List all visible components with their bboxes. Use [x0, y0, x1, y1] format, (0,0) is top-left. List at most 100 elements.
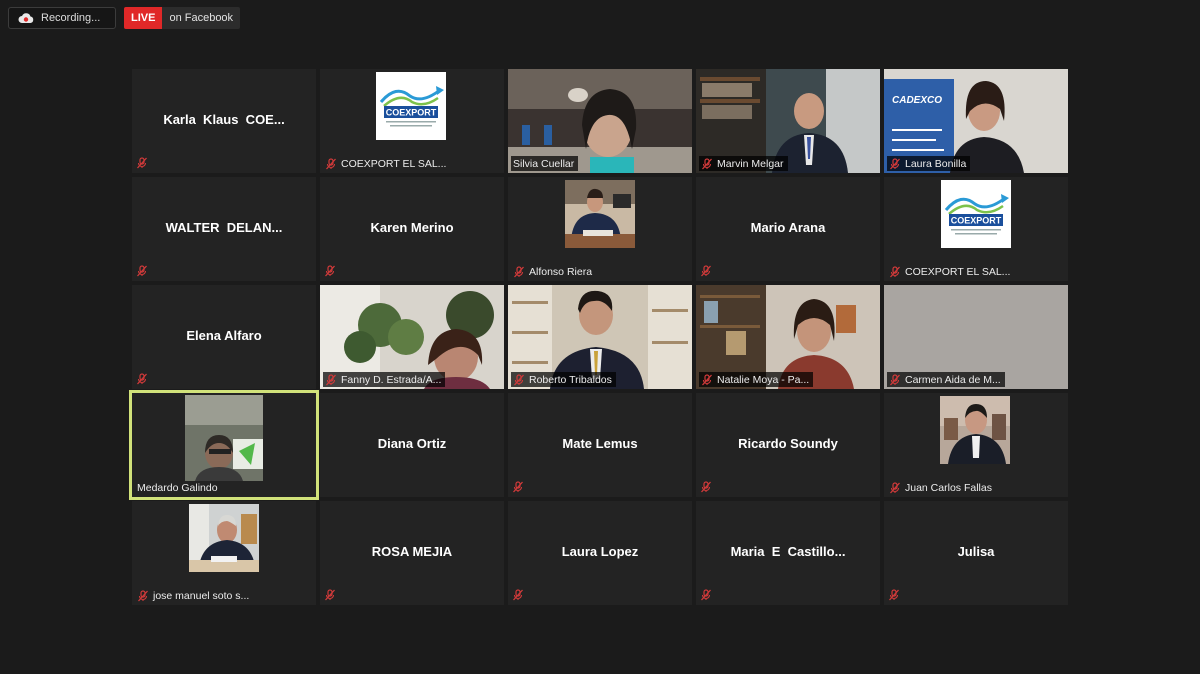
participant-nameplate: COEXPORT EL SAL...: [887, 264, 1014, 279]
participant-tile[interactable]: CADEXCO Laura Bonilla: [884, 69, 1068, 173]
participant-nameplate: Marvin Melgar: [699, 156, 788, 171]
participant-video: [565, 180, 635, 248]
participant-tile[interactable]: Elena Alfaro: [132, 285, 316, 389]
participant-nameplate: Silvia Cuellar: [511, 156, 579, 171]
participant-tile[interactable]: Karla Klaus COE...: [132, 69, 316, 173]
participant-name: Laura Bonilla: [905, 157, 967, 170]
participant-name: Fanny D. Estrada/A...: [341, 373, 442, 386]
logo-text: COEXPORT: [386, 108, 437, 118]
participant-name: COEXPORT EL SAL...: [341, 157, 447, 170]
muted-mic-icon: [701, 265, 711, 277]
participant-name: Mario Arana: [750, 220, 826, 235]
participant-name: Karen Merino: [370, 220, 454, 235]
muted-mic-icon: [138, 589, 148, 601]
muted-mic-icon: [701, 589, 711, 601]
participant-name: Silvia Cuellar: [513, 157, 575, 170]
muted-mic-icon: [701, 481, 711, 493]
participant-tile[interactable]: Alfonso Riera: [508, 177, 692, 281]
participant-video: [189, 504, 259, 572]
cadexco-banner-text: CADEXCO: [892, 95, 942, 106]
participant-tile[interactable]: ROSA MEJIA: [320, 501, 504, 605]
gallery-view: Karla Klaus COE... COEXPORT COEXPORT EL …: [129, 69, 1068, 605]
participant-tile[interactable]: Juan Carlos Fallas: [884, 393, 1068, 497]
participant-tile[interactable]: Ricardo Soundy: [696, 393, 880, 497]
participant-tile[interactable]: Roberto Tribaldos: [508, 285, 692, 389]
participant-name: Marvin Melgar: [717, 157, 784, 170]
participant-name: Juan Carlos Fallas: [905, 481, 992, 494]
participant-name: Elena Alfaro: [186, 328, 262, 343]
participant-tile[interactable]: Mate Lemus: [508, 393, 692, 497]
participant-nameplate: Carmen Aida de M...: [887, 372, 1005, 387]
participant-tile[interactable]: Maria E Castillo...: [696, 501, 880, 605]
participant-tile[interactable]: Carmen Aida de M...: [884, 285, 1068, 389]
participant-name: Maria E Castillo...: [730, 544, 846, 559]
participant-nameplate: Roberto Tribaldos: [511, 372, 616, 387]
participant-tile[interactable]: Diana Ortiz: [320, 393, 504, 497]
muted-mic-icon: [137, 373, 147, 385]
muted-mic-icon: [137, 265, 147, 277]
participant-name: ROSA MEJIA: [371, 544, 453, 559]
muted-mic-icon: [890, 265, 900, 277]
participant-tile[interactable]: Marvin Melgar: [696, 69, 880, 173]
muted-mic-icon: [514, 265, 524, 277]
participant-nameplate: Fanny D. Estrada/A...: [323, 372, 446, 387]
participant-name: Ricardo Soundy: [738, 436, 838, 451]
participant-nameplate: Medardo Galindo: [135, 480, 222, 495]
participant-name: Laura Lopez: [561, 544, 639, 559]
muted-mic-icon: [514, 373, 524, 385]
participant-name: Julisa: [957, 544, 995, 559]
coexport-logo: COEXPORT: [941, 180, 1011, 248]
live-stream-indicator[interactable]: LIVE on Facebook: [124, 7, 241, 29]
muted-mic-icon: [890, 373, 900, 385]
live-destination: on Facebook: [162, 7, 241, 29]
participant-name: Mate Lemus: [562, 436, 638, 451]
muted-mic-icon: [702, 157, 712, 169]
participant-tile[interactable]: Mario Arana: [696, 177, 880, 281]
participant-tile[interactable]: jose manuel soto s...: [132, 501, 316, 605]
participant-name: Alfonso Riera: [529, 265, 593, 278]
muted-mic-icon: [325, 265, 335, 277]
participant-name: Diana Ortiz: [377, 436, 447, 451]
participant-name: Roberto Tribaldos: [529, 373, 612, 386]
participant-tile[interactable]: Natalie Moya - Pa...: [696, 285, 880, 389]
participant-nameplate: Juan Carlos Fallas: [887, 480, 996, 495]
participant-name: Carmen Aida de M...: [905, 373, 1001, 386]
muted-mic-icon: [702, 373, 712, 385]
participant-name: Medardo Galindo: [137, 481, 218, 494]
participant-tile[interactable]: COEXPORT COEXPORT EL SAL...: [884, 177, 1068, 281]
coexport-logo: COEXPORT: [376, 72, 446, 140]
muted-mic-icon: [890, 157, 900, 169]
participant-tile[interactable]: Fanny D. Estrada/A...: [320, 285, 504, 389]
participant-video: [185, 395, 263, 481]
participant-nameplate: Natalie Moya - Pa...: [699, 372, 814, 387]
participant-tile[interactable]: Laura Lopez: [508, 501, 692, 605]
muted-mic-icon: [326, 157, 336, 169]
muted-mic-icon: [889, 589, 899, 601]
participant-name: Karla Klaus COE...: [163, 112, 285, 127]
muted-mic-icon: [325, 589, 335, 601]
participant-tile[interactable]: COEXPORT COEXPORT EL SAL...: [320, 69, 504, 173]
muted-mic-icon: [890, 481, 900, 493]
participant-tile-active-speaker[interactable]: Medardo Galindo: [129, 390, 319, 500]
recording-indicator[interactable]: Recording...: [8, 7, 116, 29]
live-badge: LIVE: [124, 7, 163, 29]
participant-nameplate: Laura Bonilla: [887, 156, 971, 171]
muted-mic-icon: [326, 373, 336, 385]
participant-tile[interactable]: Silvia Cuellar: [508, 69, 692, 173]
recording-label: Recording...: [41, 12, 101, 24]
participant-name: WALTER DELAN...: [165, 220, 283, 235]
participant-nameplate: Alfonso Riera: [511, 264, 596, 279]
muted-mic-icon: [513, 589, 523, 601]
participant-video: [940, 396, 1010, 464]
muted-mic-icon: [137, 157, 147, 169]
participant-nameplate: jose manuel soto s...: [135, 588, 253, 603]
logo-text: COEXPORT: [951, 216, 1002, 226]
participant-name: jose manuel soto s...: [153, 589, 250, 602]
participant-name: COEXPORT EL SAL...: [905, 265, 1011, 278]
muted-mic-icon: [513, 481, 523, 493]
participant-nameplate: COEXPORT EL SAL...: [323, 156, 450, 171]
participant-tile[interactable]: Karen Merino: [320, 177, 504, 281]
participant-tile[interactable]: Julisa: [884, 501, 1068, 605]
participant-name: Natalie Moya - Pa...: [717, 373, 810, 386]
participant-tile[interactable]: WALTER DELAN...: [132, 177, 316, 281]
